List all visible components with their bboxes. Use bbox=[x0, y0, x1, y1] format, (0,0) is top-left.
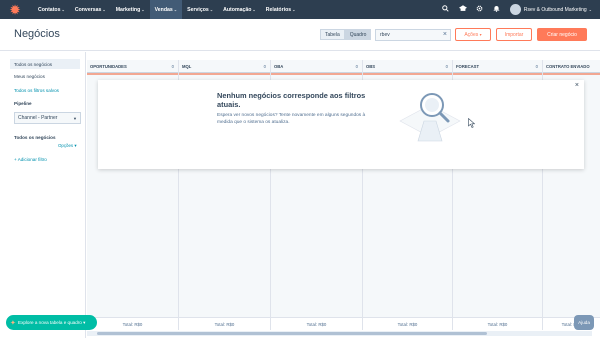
column-header: FORECAST bbox=[453, 60, 542, 73]
lightbulb-icon: ✦ bbox=[10, 319, 16, 327]
nav-item-relatorios[interactable]: Relatórios ⌄ bbox=[261, 0, 301, 19]
column-count: 0 bbox=[263, 64, 266, 69]
column-header: OBA bbox=[271, 60, 362, 73]
import-button[interactable]: Importar bbox=[496, 28, 532, 41]
nav-item-marketing[interactable]: Marketing ⌄ bbox=[111, 0, 150, 19]
clear-search-icon[interactable]: × bbox=[443, 31, 447, 38]
pipeline-value: Channel - Partner bbox=[18, 115, 58, 121]
column-total: Total: R$0 bbox=[271, 317, 362, 330]
hubspot-logo-icon[interactable]: ✹ bbox=[8, 3, 22, 17]
help-button[interactable]: Ajuda bbox=[574, 315, 594, 330]
search-input[interactable]: rbev × bbox=[375, 29, 451, 41]
empty-state-panel: Nenhum negócios corresponde aos filtros … bbox=[98, 80, 584, 169]
column-count: 0 bbox=[445, 64, 448, 69]
column-total: Total: R$0 bbox=[453, 317, 542, 330]
column-count: 0 bbox=[171, 64, 174, 69]
empty-state-title: Nenhum negócios corresponde aos filtros … bbox=[217, 91, 366, 109]
page-header: Negócios Tabela Quadro rbev × Ações ▾ Im… bbox=[0, 19, 600, 51]
nav-utilities: Rsev & Outbound Marketing ⌄ bbox=[433, 0, 592, 19]
view-my-deals[interactable]: Meus negócios bbox=[14, 74, 45, 79]
explore-tour-button[interactable]: ✦ Explore a nova tabela e quadro ▾ bbox=[6, 315, 97, 330]
column-header: OPORTUNIDADES bbox=[87, 60, 178, 73]
column-header: CONTRATO ENVIADO bbox=[543, 60, 600, 73]
column-strip bbox=[87, 73, 178, 75]
column-count: 0 bbox=[355, 64, 358, 69]
board-view-button[interactable]: Quadro bbox=[344, 29, 372, 40]
pipeline-select[interactable]: Channel - Partner ▼ bbox=[14, 112, 81, 124]
actions-button[interactable]: Ações ▾ bbox=[455, 28, 491, 41]
horizontal-scrollbar[interactable] bbox=[87, 331, 592, 336]
column-strip bbox=[543, 73, 600, 75]
nav-item-vendas[interactable]: Vendas ⌄ bbox=[149, 0, 183, 19]
page-title: Negócios bbox=[14, 28, 60, 40]
column-header: MQL bbox=[179, 60, 270, 73]
column-total: Total: R$0 bbox=[87, 317, 178, 330]
gear-icon[interactable] bbox=[476, 5, 484, 14]
nav-item-conversas[interactable]: Conversas ⌄ bbox=[70, 0, 111, 19]
column-strip bbox=[363, 73, 452, 75]
column-header: OBS bbox=[363, 60, 452, 73]
column-count: 0 bbox=[535, 64, 538, 69]
top-nav: ✹ Contatos ⌄ Conversas ⌄ Marketing ⌄ Vendas… bbox=[0, 0, 600, 19]
column-strip bbox=[271, 73, 362, 75]
column-strip bbox=[453, 73, 542, 75]
close-icon[interactable]: × bbox=[575, 82, 579, 89]
saved-filters-link[interactable]: Todos os filtros salvos bbox=[14, 88, 59, 93]
column-total: Total: R$0 bbox=[363, 317, 452, 330]
avatar[interactable] bbox=[509, 4, 521, 15]
magnifier-illustration-icon bbox=[390, 85, 470, 160]
empty-state-description: Espera ver novos negócios? Tente novamen… bbox=[217, 113, 366, 125]
nav-menu: Contatos ⌄ Conversas ⌄ Marketing ⌄ Vendas ⌄ … bbox=[33, 0, 300, 19]
column-strip bbox=[179, 73, 270, 75]
nav-item-contatos[interactable]: Contatos ⌄ bbox=[33, 0, 70, 19]
options-dropdown[interactable]: Opções ▾ bbox=[58, 143, 77, 149]
academy-icon[interactable] bbox=[458, 5, 467, 14]
view-all-deals[interactable]: Todos os negócios bbox=[10, 59, 80, 69]
nav-item-servicos[interactable]: Serviços ⌄ bbox=[182, 0, 218, 19]
mouse-cursor-icon bbox=[468, 117, 476, 130]
nav-item-automacao[interactable]: Automação ⌄ bbox=[218, 0, 261, 19]
filters-heading: Todos os negócios bbox=[14, 135, 56, 140]
chevron-down-icon: ▼ bbox=[73, 115, 77, 121]
table-view-button[interactable]: Tabela bbox=[320, 29, 345, 40]
create-deal-button[interactable]: Criar negócio bbox=[537, 28, 587, 41]
add-filter-link[interactable]: + Adicionar filtro bbox=[14, 157, 47, 162]
search-value: rbev bbox=[380, 32, 390, 38]
column-total: Total: R$0 bbox=[179, 317, 270, 330]
scrollbar-thumb[interactable] bbox=[97, 332, 487, 335]
pipeline-label: Pipeline bbox=[14, 101, 32, 106]
account-menu[interactable]: Rsev & Outbound Marketing ⌄ bbox=[524, 7, 592, 13]
search-icon[interactable] bbox=[442, 5, 450, 14]
sidebar: Todos os negócios Meus negócios Todos os… bbox=[0, 52, 86, 338]
view-toggle: Tabela Quadro bbox=[320, 29, 372, 40]
bell-icon[interactable] bbox=[493, 5, 501, 14]
